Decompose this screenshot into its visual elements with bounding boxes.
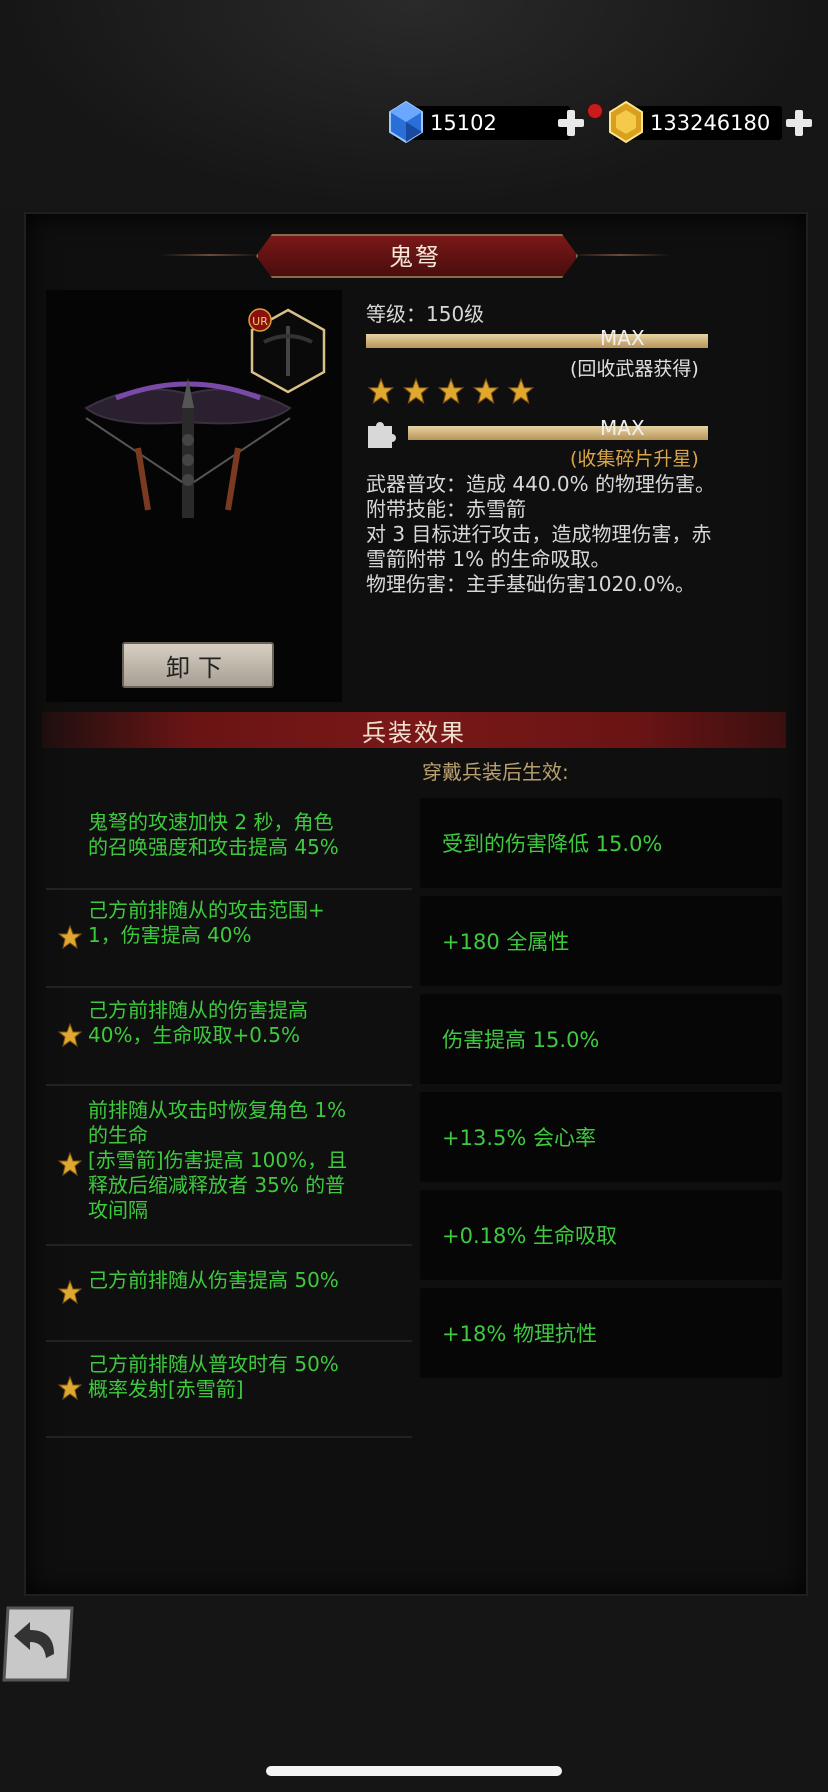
effect-line: 1，伤害提高 40% — [88, 923, 252, 947]
bonus-text: +18% 物理抗性 — [442, 1322, 597, 1346]
bonus-box: +18% 物理抗性 — [420, 1288, 782, 1378]
star-icon — [437, 377, 465, 408]
description-line: 雪箭附带 1% 的生命吸取。 — [366, 547, 611, 571]
bonus-box: 受到的伤害降低 15.0% — [420, 798, 782, 888]
star-icon — [402, 377, 430, 408]
star-icon — [472, 377, 500, 408]
ur-badge: UR — [248, 308, 272, 332]
effects-title: 兵装效果 — [362, 718, 466, 747]
gem-counter: 15102 — [389, 100, 570, 144]
title-divider-left — [160, 254, 260, 256]
effect-line: 的召唤强度和攻击提高 45% — [88, 835, 339, 859]
effect-row: 鬼弩的攻速加快 2 秒，角色 的召唤强度和攻击提高 45% — [46, 800, 412, 890]
effect-line: 攻间隔 — [88, 1198, 148, 1222]
shard-bar — [408, 426, 708, 440]
effect-line: 己方前排随从普攻时有 50% — [88, 1352, 339, 1376]
gem-icon — [389, 100, 423, 144]
description-line: 物理伤害：主手基础伤害1020.0%。 — [366, 572, 695, 596]
bonus-text: +13.5% 会心率 — [442, 1126, 596, 1150]
home-indicator[interactable] — [266, 1766, 562, 1776]
shard-note: (收集碎片升星) — [570, 448, 699, 470]
bonus-text: 伤害提高 15.0% — [442, 1028, 600, 1052]
shard-bar-label: MAX — [600, 416, 645, 440]
bonus-text: +180 全属性 — [442, 930, 570, 954]
weapon-description: 武器普攻：造成 440.0% 的物理伤害。 附带技能：赤雪箭 对 3 目标进行攻… — [366, 472, 786, 597]
effect-text: 己方前排随从伤害提高 50% — [88, 1268, 339, 1293]
effect-text: 己方前排随从的伤害提高 40%，生命吸取+0.5% — [88, 998, 308, 1048]
add-gold-button[interactable] — [784, 108, 814, 138]
bonus-text: 受到的伤害降低 15.0% — [442, 832, 663, 856]
effect-line: 40%，生命吸取+0.5% — [88, 1023, 301, 1047]
star-icon — [57, 1022, 83, 1051]
effect-row: 己方前排随从的伤害提高 40%，生命吸取+0.5% — [46, 986, 412, 1086]
star-icon — [507, 377, 535, 408]
description-line: 武器普攻：造成 440.0% 的物理伤害。 — [366, 472, 715, 496]
level-note: (回收武器获得) — [570, 358, 699, 380]
description-line: 附带技能：赤雪箭 — [366, 497, 526, 521]
bonus-box: 伤害提高 15.0% — [420, 994, 782, 1084]
effect-text: 己方前排随从普攻时有 50% 概率发射[赤雪箭] — [88, 1352, 339, 1402]
back-arrow-icon[interactable] — [0, 1604, 76, 1684]
level-text: 等级：150级 — [366, 302, 485, 326]
effect-line: [赤雪箭]伤害提高 100%，且 — [88, 1148, 348, 1172]
star-icon — [57, 1279, 83, 1308]
effect-row: 前排随从攻击时恢复角色 1% 的生命 [赤雪箭]伤害提高 100%，且 释放后缩减释放… — [46, 1084, 412, 1246]
notification-dot — [588, 104, 602, 118]
effect-line: 己方前排随从的攻击范围+ — [88, 898, 325, 922]
effect-line: 释放后缩减释放者 35% 的普 — [88, 1173, 346, 1197]
level-bar-label: MAX — [600, 326, 645, 350]
add-gems-button[interactable] — [556, 108, 586, 138]
unequip-button[interactable]: 卸下 — [122, 642, 274, 688]
gold-counter: 133246180 — [609, 100, 782, 144]
weapon-name: 鬼弩 — [389, 242, 441, 271]
star-icon — [57, 924, 83, 953]
effect-row: 己方前排随从的攻击范围+ 1，伤害提高 40% — [46, 888, 412, 988]
star-icon — [57, 1151, 83, 1180]
effect-text: 前排随从攻击时恢复角色 1% 的生命 [赤雪箭]伤害提高 100%，且 释放后缩减释放… — [88, 1098, 347, 1223]
effect-row: 己方前排随从普攻时有 50% 概率发射[赤雪箭] — [46, 1340, 412, 1438]
effect-row: 己方前排随从伤害提高 50% — [46, 1244, 412, 1342]
star-icon — [57, 1375, 83, 1404]
rarity-badge-label: UR — [252, 315, 268, 328]
bonus-box: +13.5% 会心率 — [420, 1092, 782, 1182]
effect-line: 鬼弩的攻速加快 2 秒，角色 — [88, 810, 334, 834]
bonus-box: +0.18% 生命吸取 — [420, 1190, 782, 1280]
effect-text: 己方前排随从的攻击范围+ 1，伤害提高 40% — [88, 898, 325, 948]
bonus-text: +0.18% 生命吸取 — [442, 1224, 617, 1248]
effects-subtitle: 穿戴兵装后生效: — [422, 760, 569, 784]
effect-line: 前排随从攻击时恢复角色 1% — [88, 1098, 347, 1122]
effect-line: 的生命 — [88, 1123, 148, 1147]
weapon-thumbnail[interactable]: UR — [248, 306, 328, 396]
gold-icon — [609, 100, 643, 144]
bonus-box: +180 全属性 — [420, 896, 782, 986]
title-divider-right — [570, 254, 670, 256]
level-bar — [366, 334, 708, 348]
effect-line: 己方前排随从伤害提高 50% — [88, 1268, 339, 1292]
star-rating — [367, 377, 535, 408]
puzzle-icon — [368, 422, 396, 448]
star-icon — [367, 377, 395, 408]
effect-line: 己方前排随从的伤害提高 — [88, 998, 308, 1022]
description-line: 对 3 目标进行攻击，造成物理伤害，赤 — [366, 522, 712, 546]
effect-line: 概率发射[赤雪箭] — [88, 1377, 244, 1401]
effect-text: 鬼弩的攻速加快 2 秒，角色 的召唤强度和攻击提高 45% — [88, 810, 339, 860]
